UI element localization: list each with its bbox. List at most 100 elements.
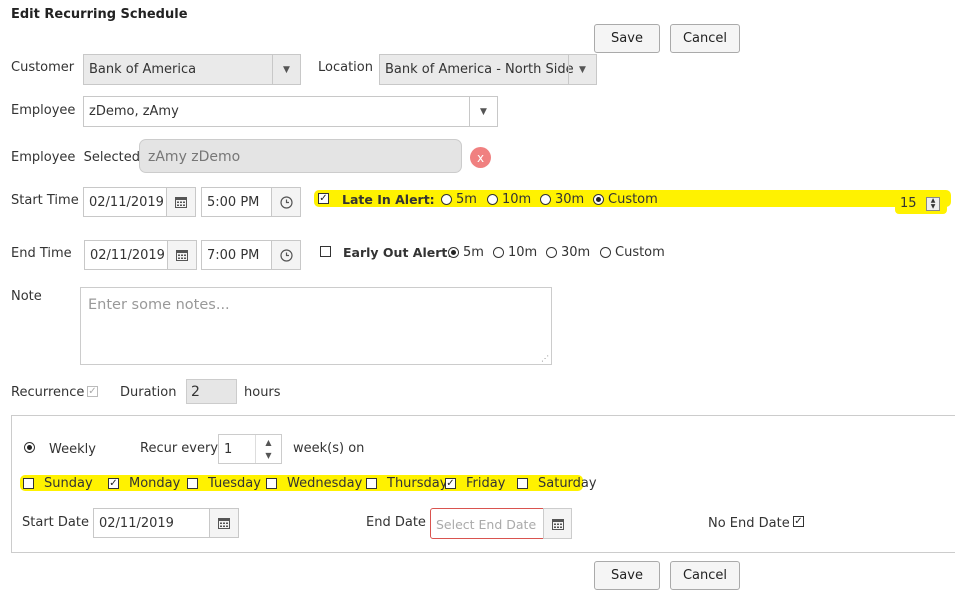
- calendar-icon[interactable]: [166, 188, 195, 216]
- day-sunday[interactable]: Sunday: [23, 476, 93, 491]
- weekly-label: Weekly: [49, 442, 96, 457]
- selected-employee-tag: zAmy zDemo: [139, 139, 462, 173]
- recurrence-start-date-value: 02/11/2019: [99, 516, 174, 531]
- late-in-checkbox[interactable]: ✓: [318, 193, 329, 204]
- location-select[interactable]: Bank of America - North Side ▼: [379, 54, 597, 85]
- chevron-down-icon: ▼: [568, 55, 596, 84]
- late-in-label: Late In Alert:: [342, 192, 435, 207]
- duration-input[interactable]: 2: [186, 379, 237, 404]
- recur-every-input[interactable]: 1 ▲ ▼: [218, 434, 282, 464]
- early-out-option-label: 10m: [508, 245, 538, 260]
- early-out-checkbox[interactable]: [320, 246, 331, 257]
- page-title: Edit Recurring Schedule: [11, 7, 188, 22]
- location-label: Location: [318, 60, 373, 75]
- clock-icon[interactable]: [271, 241, 300, 269]
- day-checkbox[interactable]: ✓: [445, 478, 456, 489]
- late-in-radio-30m[interactable]: [540, 194, 551, 205]
- day-checkbox[interactable]: [517, 478, 528, 489]
- no-end-date-label: No End Date: [708, 516, 790, 531]
- day-tuesday[interactable]: Tuesday: [187, 476, 261, 491]
- day-label: Tuesday: [208, 476, 261, 491]
- recurrence-checkbox[interactable]: ✓: [87, 386, 98, 397]
- late-in-option-10m[interactable]: 10m: [487, 192, 531, 207]
- early-out-option-5m[interactable]: 5m: [448, 245, 484, 260]
- save-button-bottom[interactable]: Save: [594, 561, 660, 590]
- late-in-radio-10m[interactable]: [487, 194, 498, 205]
- cancel-button-top[interactable]: Cancel: [670, 24, 740, 53]
- employee-label: Employee: [11, 103, 76, 118]
- late-in-custom-spinner[interactable]: ▲ ▼: [926, 197, 940, 211]
- day-thursday[interactable]: Thursday: [366, 476, 447, 491]
- early-out-option-10m[interactable]: 10m: [493, 245, 537, 260]
- early-out-option-label: Custom: [615, 245, 665, 260]
- late-in-radio-5m[interactable]: [441, 194, 452, 205]
- recurrence-end-date-input[interactable]: Select End Date: [430, 508, 572, 539]
- customer-select[interactable]: Bank of America ▼: [83, 54, 301, 85]
- late-in-radio-custom[interactable]: [593, 194, 604, 205]
- early-out-label: Early Out Alert:: [343, 245, 453, 260]
- day-label: Wednesday: [287, 476, 363, 491]
- duration-label: Duration: [120, 385, 177, 400]
- save-button-top[interactable]: Save: [594, 24, 660, 53]
- day-label: Monday: [129, 476, 181, 491]
- calendar-icon[interactable]: [209, 509, 238, 537]
- calendar-icon[interactable]: [167, 241, 196, 269]
- note-textarea[interactable]: Enter some notes... ⋰: [80, 287, 552, 365]
- note-label: Note: [11, 289, 42, 304]
- late-in-option-label: 5m: [456, 192, 477, 207]
- recur-every-value: 1: [224, 442, 233, 457]
- early-out-radio-30m[interactable]: [546, 247, 557, 258]
- late-in-option-label: 30m: [555, 192, 585, 207]
- end-date-input[interactable]: 02/11/2019: [84, 240, 197, 270]
- start-date-value: 02/11/2019: [89, 195, 164, 210]
- day-label: Friday: [466, 476, 506, 491]
- recur-every-label: Recur every: [140, 441, 219, 456]
- start-date-input[interactable]: 02/11/2019: [83, 187, 196, 217]
- day-label: Saturday: [538, 476, 597, 491]
- day-checkbox[interactable]: ✓: [108, 478, 119, 489]
- remove-employee-button[interactable]: x: [470, 147, 491, 168]
- early-out-radio-5m[interactable]: [448, 247, 459, 258]
- day-wednesday[interactable]: Wednesday: [266, 476, 362, 491]
- cancel-button-bottom[interactable]: Cancel: [670, 561, 740, 590]
- early-out-radio-10m[interactable]: [493, 247, 504, 258]
- start-time-label: Start Time: [11, 193, 79, 208]
- note-placeholder: Enter some notes...: [88, 297, 230, 313]
- employee-selected-label: Employee Selected: [11, 150, 141, 165]
- late-in-option-custom[interactable]: Custom: [593, 192, 658, 207]
- recurrence-start-date-input[interactable]: 02/11/2019: [93, 508, 239, 538]
- end-date-field[interactable]: Select End Date: [430, 508, 544, 539]
- weekly-radio[interactable]: [24, 442, 35, 453]
- early-out-option-30m[interactable]: 30m: [546, 245, 590, 260]
- late-in-option-5m[interactable]: 5m: [441, 192, 477, 207]
- hours-label: hours: [244, 385, 281, 400]
- recur-every-spinner[interactable]: ▲ ▼: [255, 435, 281, 463]
- day-checkbox[interactable]: [23, 478, 34, 489]
- day-checkbox[interactable]: [266, 478, 277, 489]
- day-monday[interactable]: ✓ Monday: [108, 476, 180, 491]
- day-checkbox[interactable]: [187, 478, 198, 489]
- start-time-value: 5:00 PM: [207, 195, 260, 210]
- start-time-input[interactable]: 5:00 PM: [201, 187, 301, 217]
- customer-value: Bank of America: [89, 62, 197, 77]
- chevron-down-icon: ▼: [272, 55, 300, 84]
- clock-icon[interactable]: [271, 188, 300, 216]
- recurrence-end-date-label: End Date: [366, 515, 426, 530]
- employee-select[interactable]: zDemo, zAmy ▼: [83, 96, 498, 127]
- early-out-option-custom[interactable]: Custom: [600, 245, 665, 260]
- late-in-option-label: Custom: [608, 192, 658, 207]
- day-friday[interactable]: ✓ Friday: [445, 476, 505, 491]
- no-end-date-checkbox[interactable]: ✓: [793, 516, 804, 527]
- late-in-custom-value[interactable]: 15: [900, 196, 917, 211]
- resize-handle-icon[interactable]: ⋰: [541, 354, 549, 363]
- calendar-icon[interactable]: [543, 508, 572, 539]
- day-checkbox[interactable]: [366, 478, 377, 489]
- late-in-option-30m[interactable]: 30m: [540, 192, 584, 207]
- location-value: Bank of America - North Side: [385, 62, 574, 77]
- duration-value: 2: [191, 384, 200, 400]
- early-out-radio-custom[interactable]: [600, 247, 611, 258]
- day-saturday[interactable]: Saturday: [517, 476, 597, 491]
- end-time-input[interactable]: 7:00 PM: [201, 240, 301, 270]
- employee-value: zDemo, zAmy: [89, 104, 179, 119]
- day-label: Thursday: [387, 476, 448, 491]
